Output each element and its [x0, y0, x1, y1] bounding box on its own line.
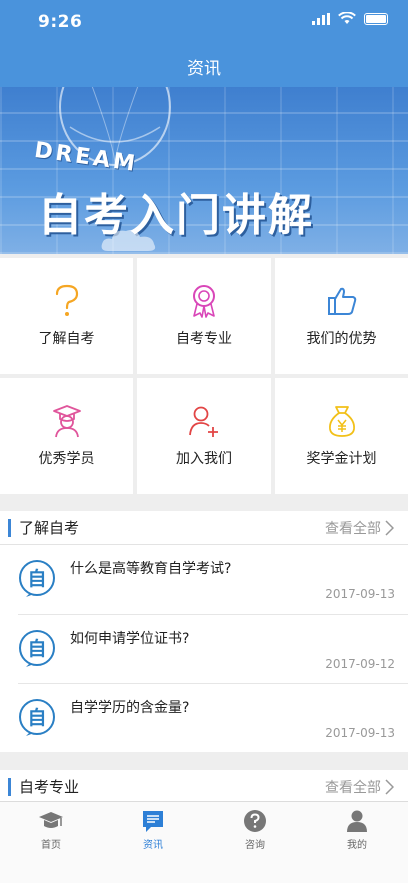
news-icon: [140, 809, 166, 833]
article-icon: 自: [19, 699, 55, 736]
tab-label: 首页: [41, 840, 61, 851]
chevron-right-icon: [385, 778, 394, 795]
tab-news[interactable]: 资讯: [102, 802, 204, 883]
category-grid: 了解自考 自考专业 我们的优势 优秀学员 加入我们 奖学金计划: [0, 258, 408, 494]
grid-item-join[interactable]: 加入我们: [137, 378, 271, 494]
view-all-label: 查看全部: [325, 520, 381, 537]
news-item[interactable]: 自 自学学历的含金量? 2017-09-13: [18, 683, 408, 752]
add-user-icon: [187, 404, 221, 438]
award-ribbon-icon: [187, 284, 221, 318]
question-icon: [50, 284, 84, 318]
banner[interactable]: DREAM 自考入门讲解: [0, 87, 408, 254]
graduate-icon: [50, 404, 84, 438]
status-time: 9:26: [38, 12, 83, 32]
article-icon: 自: [19, 560, 55, 597]
section-title: 自考专业: [8, 777, 79, 796]
user-icon: [344, 809, 370, 833]
help-circle-icon: [242, 809, 268, 833]
section-header: 自考专业 查看全部: [0, 770, 408, 804]
grid-item-label: 了解自考: [38, 331, 95, 347]
graduation-cap-icon: [38, 809, 64, 833]
tab-consult[interactable]: 咨询: [204, 802, 306, 883]
view-all-label: 查看全部: [325, 779, 381, 796]
view-all-link[interactable]: 查看全部: [325, 518, 394, 538]
news-item[interactable]: 自 什么是高等教育自学考试? 2017-09-13: [0, 545, 408, 614]
article-icon: 自: [19, 630, 55, 667]
chevron-right-icon: [385, 519, 394, 536]
tab-label: 资讯: [143, 840, 163, 851]
article-icon-char: 自: [27, 567, 46, 590]
tab-label: 咨询: [245, 840, 265, 851]
cloud-icon: [101, 229, 156, 251]
article-icon-char: 自: [27, 637, 46, 660]
section-header: 了解自考 查看全部: [0, 511, 408, 545]
grid-item-label: 优秀学员: [38, 451, 95, 467]
news-date: 2017-09-12: [325, 657, 395, 671]
section-title: 了解自考: [8, 518, 79, 537]
thumbs-up-icon: [325, 284, 359, 318]
grid-item-advantages[interactable]: 我们的优势: [275, 258, 408, 374]
grid-item-scholarship[interactable]: 奖学金计划: [275, 378, 408, 494]
tab-mine[interactable]: 我的: [306, 802, 408, 883]
news-date: 2017-09-13: [325, 587, 395, 601]
banner-title: 自考入门讲解: [38, 190, 314, 241]
grid-item-label: 加入我们: [176, 451, 232, 467]
money-bag-icon: [325, 404, 359, 438]
page-title: 资讯: [187, 59, 221, 79]
grid-item-label: 自考专业: [176, 331, 232, 347]
signal-icon: [312, 12, 330, 25]
battery-icon: [364, 12, 388, 25]
grid-item-majors[interactable]: 自考专业: [137, 258, 271, 374]
news-title: 自学学历的含金量?: [70, 700, 190, 716]
grid-item-students[interactable]: 优秀学员: [0, 378, 133, 494]
tab-label: 我的: [347, 840, 367, 851]
news-date: 2017-09-13: [325, 726, 395, 740]
status-icons: [312, 12, 388, 25]
view-all-link[interactable]: 查看全部: [325, 777, 394, 797]
tab-bar: 首页 资讯 咨询 我的: [0, 801, 408, 883]
wifi-icon: [338, 12, 356, 24]
grid-item-label: 奖学金计划: [306, 451, 377, 467]
news-title: 什么是高等教育自学考试?: [70, 561, 232, 577]
news-item[interactable]: 自 如何申请学位证书? 2017-09-12: [18, 614, 408, 683]
grid-item-label: 我们的优势: [306, 331, 377, 347]
top-bar: 9:26 资讯: [0, 0, 408, 87]
news-title: 如何申请学位证书?: [70, 631, 190, 647]
section-understand: 了解自考 查看全部 自 什么是高等教育自学考试? 2017-09-13 自 如何…: [0, 511, 408, 752]
grid-item-understand[interactable]: 了解自考: [0, 258, 133, 374]
article-icon-char: 自: [27, 706, 46, 729]
tab-home[interactable]: 首页: [0, 802, 102, 883]
